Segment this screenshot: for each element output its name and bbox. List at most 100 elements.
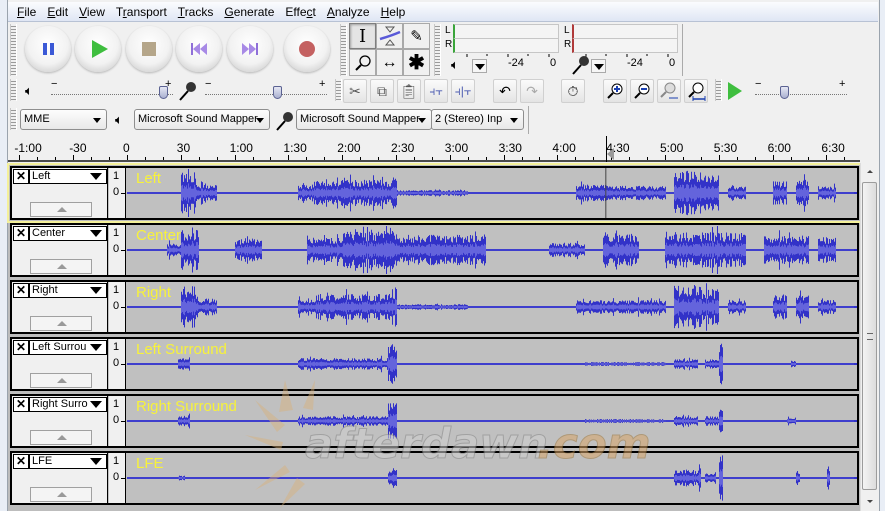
waveform[interactable] (127, 168, 857, 218)
record-meter-right[interactable] (572, 38, 678, 53)
waveform[interactable] (127, 282, 857, 332)
cut-button[interactable]: ✂ (343, 79, 367, 103)
audio-host-select[interactable]: MME (20, 109, 107, 130)
ruler-tick (55, 157, 57, 160)
device-toolbar-grip[interactable] (10, 108, 17, 130)
mixer-toolbar-grip[interactable] (10, 79, 17, 101)
track-name-menu[interactable]: Right Surro (29, 397, 107, 412)
output-volume-slider[interactable] (159, 86, 169, 99)
record-meter-left[interactable] (572, 24, 678, 39)
menu-help[interactable]: Help (376, 3, 412, 21)
multi-tool-button[interactable]: ✱ (403, 49, 430, 76)
audio-track[interactable]: ✕ Right 1 0 Right (10, 280, 859, 334)
playback-meter-right[interactable] (453, 38, 559, 53)
input-volume-slider[interactable] (273, 86, 283, 99)
track-close-button[interactable]: ✕ (13, 340, 29, 355)
play-button[interactable] (75, 26, 121, 72)
record-meter-menu-button[interactable] (591, 59, 606, 73)
waveform[interactable] (127, 453, 857, 503)
menu-effect[interactable]: Effect (280, 3, 321, 21)
menu-transport[interactable]: Transport (111, 3, 173, 21)
track-close-button[interactable]: ✕ (13, 169, 29, 184)
skip-to-start-icon (191, 43, 207, 55)
undo-button[interactable]: ↶ (493, 79, 517, 103)
audio-track[interactable]: ✕ Left Surrou 1 0 Left Surround (10, 337, 859, 391)
zoom-tool-button[interactable] (349, 49, 376, 76)
selection-tool-button[interactable]: I (349, 23, 376, 49)
stop-button[interactable] (126, 26, 172, 72)
playback-meter-left[interactable] (453, 24, 559, 39)
track-collapse-button[interactable] (30, 202, 92, 217)
play-at-speed-button[interactable] (723, 79, 747, 103)
timeshift-tool-button[interactable]: ↔ (376, 49, 403, 76)
fit-project-button[interactable] (684, 79, 708, 103)
tools-toolbar-grip[interactable] (340, 24, 347, 76)
track-close-button[interactable]: ✕ (13, 283, 29, 298)
skip-to-start-button[interactable] (176, 26, 222, 72)
redo-button[interactable]: ↷ (520, 79, 544, 103)
track-collapse-button[interactable] (30, 259, 92, 274)
audio-track[interactable]: ✕ Left 1 0 Left (7, 163, 862, 223)
output-device-select[interactable]: Microsoft Sound Mapper (134, 109, 270, 130)
track-close-button[interactable]: ✕ (13, 454, 29, 469)
playback-position-marker[interactable] (606, 148, 614, 160)
fit-selection-button[interactable] (657, 79, 681, 103)
input-device-select[interactable]: Microsoft Sound Mapper (296, 109, 432, 130)
envelope-tool-button[interactable] (376, 23, 403, 49)
copy-button[interactable]: ⧉ (370, 79, 394, 103)
sync-lock-button[interactable]: ⏱︎ (561, 79, 585, 103)
track-collapse-button[interactable] (30, 487, 92, 502)
track-control-panel[interactable]: ✕ Right (12, 282, 108, 332)
waveform[interactable] (127, 396, 857, 446)
play-speed-slider[interactable] (780, 86, 790, 99)
track-collapse-button[interactable] (30, 316, 92, 331)
scroll-down-button[interactable] (861, 493, 878, 510)
play-at-speed-grip[interactable] (715, 79, 722, 101)
track-name-menu[interactable]: LFE (29, 454, 107, 469)
menu-generate[interactable]: Generate (219, 3, 280, 21)
track-name-menu[interactable]: Center (29, 226, 107, 241)
record-button[interactable] (284, 26, 330, 72)
silence-button[interactable]: ⫞|⫟ (451, 79, 475, 103)
trim-button[interactable]: ⫞⫟ (424, 79, 448, 103)
track-name-menu[interactable]: Left Surrou (29, 340, 107, 355)
scroll-up-button[interactable] (861, 163, 878, 180)
track-name-menu[interactable]: Right (29, 283, 107, 298)
track-close-button[interactable]: ✕ (13, 397, 29, 412)
audio-track[interactable]: ✕ Center 1 0 Center (10, 223, 859, 277)
timeline-ruler[interactable]: -1:00 -30 0 30 1:00 1:30 2:00 2:30 3:00 3:30 4:00 4… (8, 136, 860, 162)
audio-track[interactable]: ✕ Right Surro 1 0 Right Surround (10, 394, 859, 448)
vertical-scrollbar[interactable] (860, 163, 878, 511)
transport-toolbar-grip[interactable] (10, 24, 17, 76)
track-close-button[interactable]: ✕ (13, 226, 29, 241)
input-channels-select[interactable]: 2 (Stereo) Inp (431, 109, 524, 130)
track-control-panel[interactable]: ✕ Center (12, 225, 108, 275)
track-control-panel[interactable]: ✕ Left Surrou (12, 339, 108, 389)
skip-to-end-button[interactable] (227, 26, 273, 72)
track-control-panel[interactable]: ✕ LFE (12, 453, 108, 503)
zoom-in-icon (607, 83, 623, 99)
track-collapse-button[interactable] (30, 430, 92, 445)
menu-analyze[interactable]: Analyze (322, 3, 376, 21)
waveform[interactable] (127, 339, 857, 389)
zoom-in-button[interactable] (603, 79, 627, 103)
edit-toolbar-grip[interactable] (335, 79, 342, 101)
menu-view[interactable]: View (74, 3, 111, 21)
menu-file[interactable]: File (12, 3, 42, 21)
track-control-panel[interactable]: ✕ Right Surro (12, 396, 108, 446)
playback-meter-menu-button[interactable] (472, 59, 487, 73)
menu-tracks[interactable]: Tracks (173, 3, 220, 21)
zoom-out-button[interactable] (630, 79, 654, 103)
audio-track[interactable]: ✕ LFE 1 0 LFE (10, 451, 859, 505)
paste-button[interactable]: 📋︎ (397, 79, 421, 103)
scrollbar-thumb[interactable] (862, 182, 877, 490)
input-volume-minus: − (205, 78, 212, 90)
waveform[interactable] (127, 225, 857, 275)
pause-button[interactable] (25, 26, 71, 72)
menu-edit[interactable]: Edit (42, 3, 74, 21)
track-name-menu[interactable]: Left (29, 169, 107, 184)
draw-tool-button[interactable]: ✎ (403, 23, 430, 49)
track-collapse-button[interactable] (30, 373, 92, 388)
track-control-panel[interactable]: ✕ Left (12, 168, 108, 218)
meter-toolbar-grip[interactable] (434, 24, 441, 76)
